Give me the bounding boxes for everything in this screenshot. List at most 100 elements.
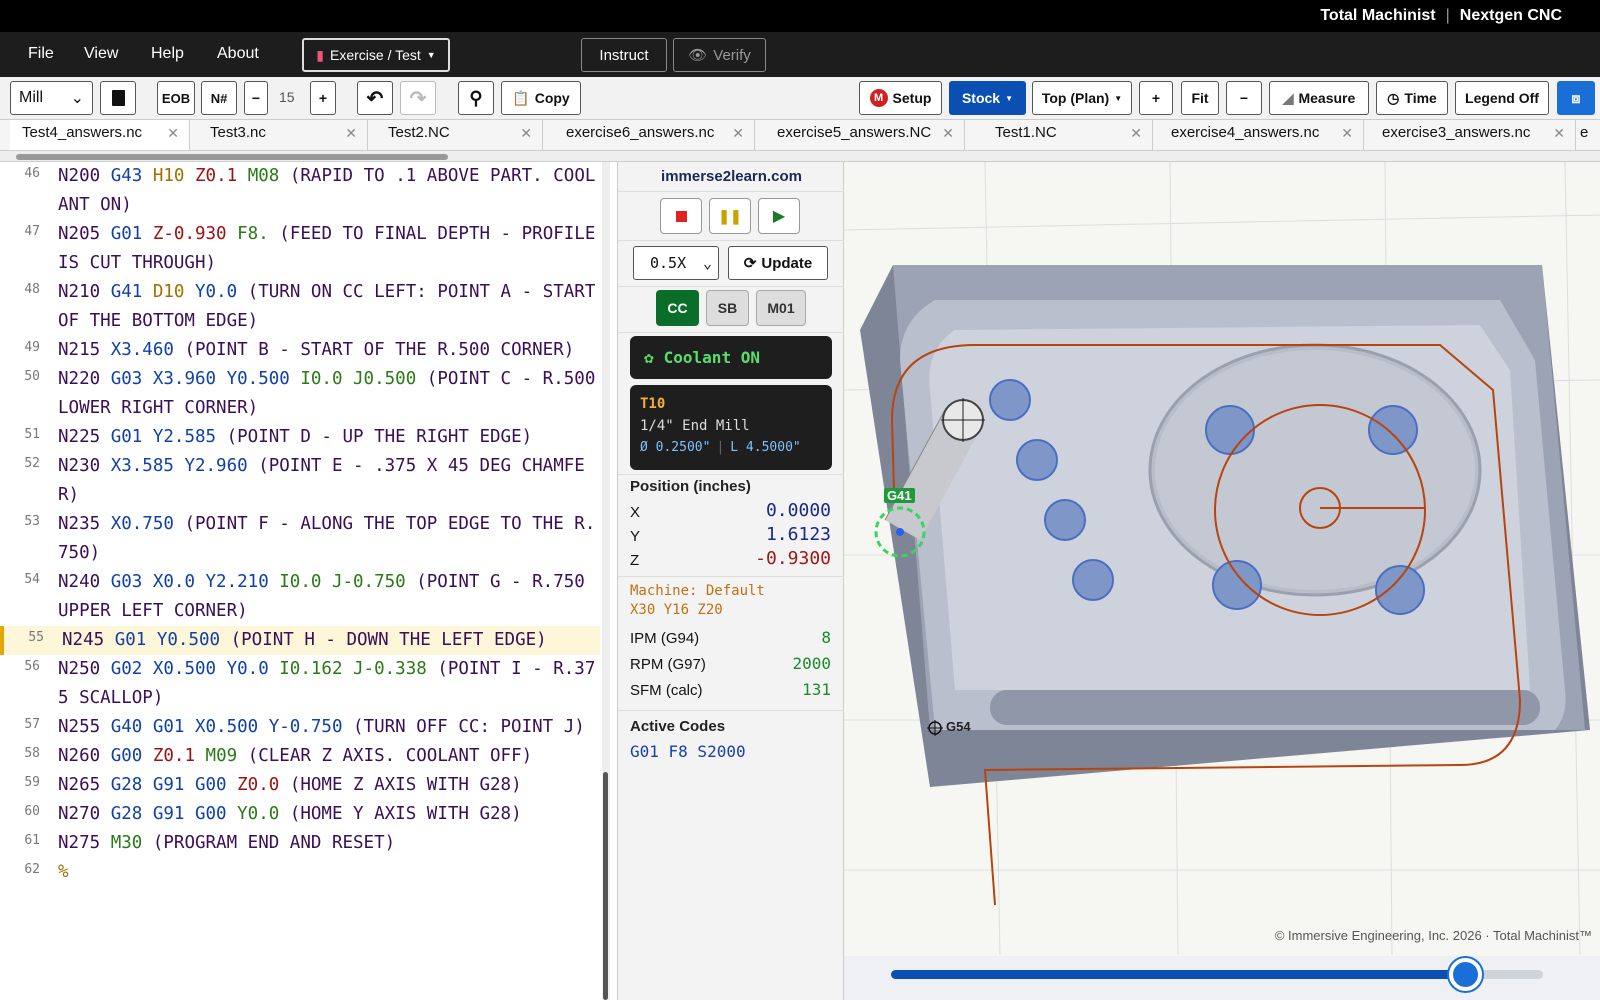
code-text: %	[58, 858, 600, 887]
code-token: %	[58, 862, 69, 882]
new-file-button[interactable]	[100, 81, 136, 115]
step-plus-button[interactable]: +	[310, 81, 336, 115]
close-icon[interactable]: ✕	[1553, 125, 1565, 142]
line-number: 47	[24, 224, 40, 239]
code-line[interactable]: 58 N260 G00 Z0.1 M09 (CLEAR Z AXIS. COOLA…	[0, 742, 600, 771]
scrollbar-thumb[interactable]	[603, 772, 608, 1000]
machine-name: Machine: Default	[630, 583, 765, 599]
code-line[interactable]: 51 N225 G01 Y2.585 (POINT D - UP THE RIGH…	[0, 423, 600, 452]
tab-file[interactable]: exercise3_answers.nc ✕	[1364, 120, 1576, 150]
update-button[interactable]: ⟳ Update	[728, 246, 828, 280]
code-line[interactable]: 54 N240 G03 X0.0 Y2.210 I0.0 J-0.750 (POI…	[0, 568, 600, 626]
code-line[interactable]: 53 N235 X0.750 (POINT F - ALONG THE TOP E…	[0, 510, 600, 568]
setup-button[interactable]: M Setup	[859, 81, 942, 115]
tab-file[interactable]: Test3.nc ✕	[190, 120, 368, 150]
code-token: X0.750	[110, 514, 185, 534]
timeline-track[interactable]	[891, 958, 1543, 991]
m01-toggle[interactable]: M01	[756, 290, 806, 326]
code-line[interactable]: 56 N250 G02 X0.500 Y0.0 I0.162 J-0.338 (P…	[0, 655, 600, 713]
code-line[interactable]: 50 N220 G03 X3.960 Y0.500 I0.0 J0.500 (PO…	[0, 365, 600, 423]
code-line[interactable]: 52 N230 X3.585 Y2.960 (POINT E - .375 X 4…	[0, 452, 600, 510]
eob-button[interactable]: EOB	[157, 81, 195, 115]
tab-file[interactable]: Test4_answers.nc ✕	[10, 120, 190, 150]
copy-button[interactable]: 📋 Copy	[501, 81, 581, 115]
code-line[interactable]: 55 N245 G01 Y0.500 (POINT H - DOWN THE LE…	[0, 626, 600, 655]
machine-type-select[interactable]: Mill ⌄	[10, 81, 93, 115]
redo-button[interactable]: ↷	[400, 81, 436, 115]
code-line[interactable]: 48 N210 G41 D10 Y0.0 (TURN ON CC LEFT: PO…	[0, 278, 600, 336]
close-icon[interactable]: ✕	[1341, 125, 1353, 142]
line-number: 49	[24, 340, 40, 355]
tab-label: exercise5_answers.NC	[777, 124, 932, 141]
collapse-button[interactable]: ⧈	[1557, 81, 1595, 115]
close-icon[interactable]: ✕	[345, 125, 357, 142]
code-text: N235 X0.750 (POINT F - ALONG THE TOP EDG…	[58, 510, 600, 568]
code-token: G02 X0.500 Y0.0	[110, 659, 280, 679]
code-line[interactable]: 46 N200 G43 H10 Z0.1 M08 (RAPID TO .1 ABO…	[0, 162, 600, 220]
line-number: 48	[24, 282, 40, 297]
site-link[interactable]: immerse2learn.com	[618, 162, 845, 192]
code-token: (POINT B - START OF THE R.500 CORNER)	[184, 340, 575, 360]
fit-button[interactable]: Fit	[1181, 81, 1219, 115]
tab-file[interactable]: e	[1576, 120, 1600, 150]
code-token: G00	[110, 746, 153, 766]
search-button[interactable]: ⚲	[458, 81, 494, 115]
code-line[interactable]: 62%	[0, 858, 600, 887]
pause-icon: ❚❚	[718, 207, 742, 224]
line-number: 46	[24, 166, 40, 181]
code-line[interactable]: 47 N205 G01 Z-0.930 F8. (FEED TO FINAL DE…	[0, 220, 600, 278]
legend-toggle-button[interactable]: Legend Off	[1455, 81, 1549, 115]
close-icon[interactable]: ✕	[1130, 125, 1142, 142]
view-select-button[interactable]: Top (Plan) ▼	[1032, 81, 1132, 115]
menu-file[interactable]: File	[28, 45, 54, 63]
speed-select[interactable]: 0.5X ⌄	[633, 246, 719, 280]
verify-button[interactable]: 👁 Verify	[673, 38, 766, 72]
single-block-toggle[interactable]: SB	[706, 290, 749, 326]
zoom-in-button[interactable]: +	[1139, 81, 1173, 115]
y-value: 1.6123	[765, 524, 831, 545]
code-token: Z0.1	[152, 746, 206, 766]
measure-button[interactable]: ◢ Measure	[1269, 81, 1369, 115]
close-icon[interactable]: ✕	[167, 125, 179, 142]
close-icon[interactable]: ✕	[942, 125, 954, 142]
close-icon[interactable]: ✕	[520, 125, 532, 142]
code-line[interactable]: 57 N255 G40 G01 X0.500 Y-0.750 (TURN OFF …	[0, 713, 600, 742]
n-number-button[interactable]: N#	[201, 81, 237, 115]
title-bar: Total Machinist | Nextgen CNC	[0, 0, 1600, 32]
stop-button[interactable]	[660, 198, 702, 234]
stock-button[interactable]: Stock ▼	[949, 81, 1026, 115]
menu-about[interactable]: About	[217, 45, 259, 63]
code-line[interactable]: 61 N275 M30 (PROGRAM END AND RESET)	[0, 829, 600, 858]
line-number: 62	[24, 862, 40, 877]
timeline-handle[interactable]	[1448, 958, 1482, 991]
exercise-test-button[interactable]: ▮ Exercise / Test ▼	[302, 38, 450, 72]
code-token: G01	[110, 224, 153, 244]
tab-file[interactable]: Test2.NC ✕	[368, 120, 543, 150]
instruct-button[interactable]: Instruct	[581, 38, 667, 72]
zoom-out-button[interactable]: −	[1226, 81, 1262, 115]
code-token: N230	[58, 456, 111, 476]
tab-file[interactable]: exercise4_answers.nc ✕	[1153, 120, 1364, 150]
menu-view[interactable]: View	[84, 45, 118, 63]
code-line[interactable]: 49 N215 X3.460 (POINT B - START OF THE R.…	[0, 336, 600, 365]
menu-help[interactable]: Help	[151, 45, 184, 63]
scrollbar-thumb[interactable]	[16, 154, 448, 160]
tab-file[interactable]: Test1.NC ✕	[965, 120, 1153, 150]
code-line[interactable]: 59 N265 G28 G91 G00 Z0.0 (HOME Z AXIS WIT…	[0, 771, 600, 800]
code-editor[interactable]: 46 N200 G43 H10 Z0.1 M08 (RAPID TO .1 ABO…	[0, 162, 610, 1000]
code-scrollbar[interactable]	[602, 162, 610, 1000]
pause-button[interactable]: ❚❚	[709, 198, 751, 234]
step-minus-button[interactable]: −	[244, 81, 268, 115]
close-icon[interactable]: ✕	[732, 125, 744, 142]
undo-button[interactable]: ↶	[357, 81, 393, 115]
line-number: 60	[24, 804, 40, 819]
tab-file[interactable]: exercise6_answers.nc ✕	[543, 120, 755, 150]
time-button[interactable]: ◷ Time	[1376, 81, 1448, 115]
code-line[interactable]: 60 N270 G28 G91 G00 Y0.0 (HOME Y AXIS WIT…	[0, 800, 600, 829]
play-button[interactable]: ▶	[758, 198, 800, 234]
cc-toggle[interactable]: CC	[656, 290, 699, 326]
tab-file[interactable]: exercise5_answers.NC ✕	[755, 120, 965, 150]
tabs-scrollbar[interactable]	[0, 151, 1600, 162]
view-label: Top (Plan)	[1041, 90, 1110, 106]
3d-viewport[interactable]: G41 G54 © Immersive Engineering, Inc. 20…	[844, 162, 1600, 1000]
